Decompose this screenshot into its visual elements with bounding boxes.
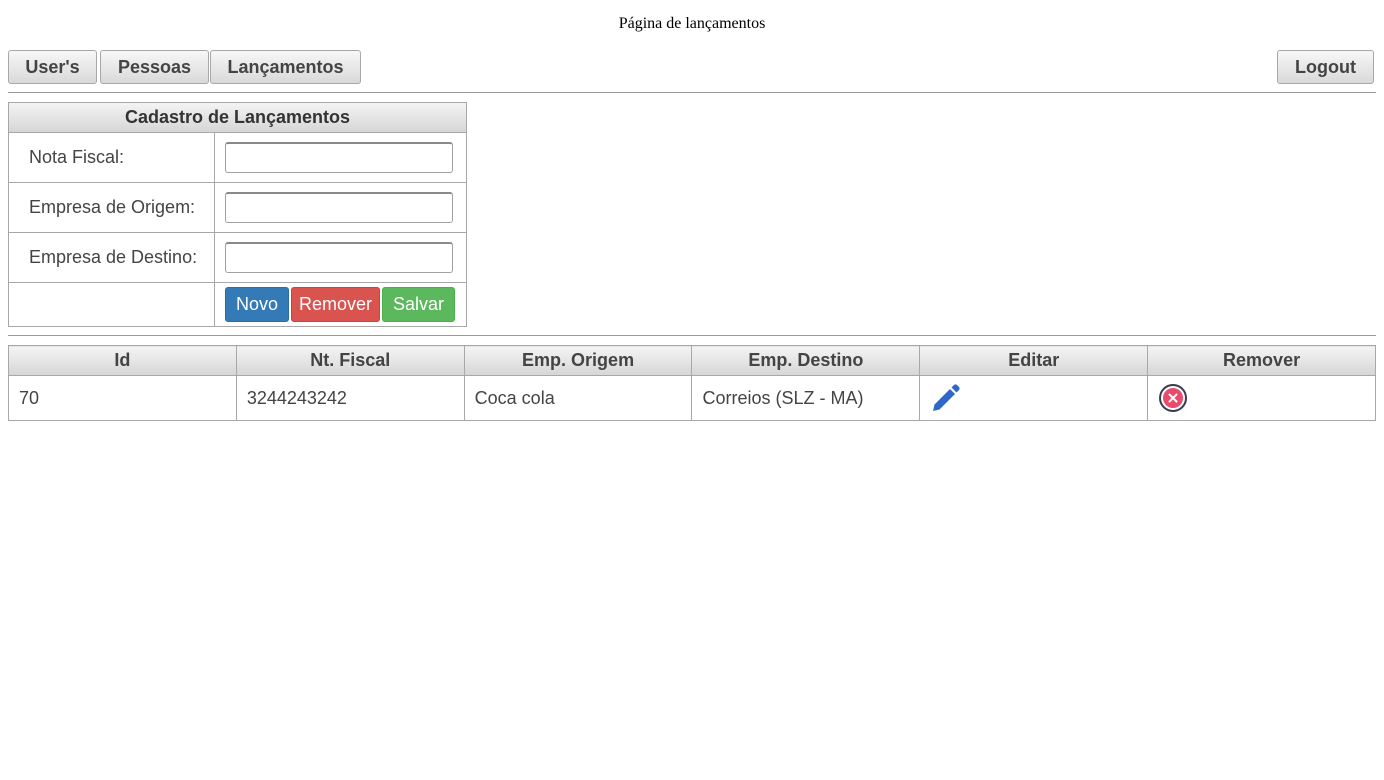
empresa-origem-label: Empresa de Origem: xyxy=(9,183,215,232)
column-header-emp-origem[interactable]: Emp. Origem xyxy=(463,345,693,376)
table-header-row: Id Nt. Fiscal Emp. Origem Emp. Destino E… xyxy=(8,345,1376,376)
form-row-empresa-origem: Empresa de Origem: xyxy=(9,183,466,233)
cell-emp-origem: Coca cola xyxy=(463,375,693,421)
nota-fiscal-input[interactable] xyxy=(225,142,453,173)
column-header-emp-destino[interactable]: Emp. Destino xyxy=(691,345,921,376)
column-header-remover: Remover xyxy=(1147,345,1376,376)
empresa-destino-label: Empresa de Destino: xyxy=(9,233,215,282)
cadastro-panel: Cadastro de Lançamentos Nota Fiscal: Emp… xyxy=(8,102,467,327)
column-header-id[interactable]: Id xyxy=(8,345,237,376)
form-row-nota-fiscal: Nota Fiscal: xyxy=(9,133,466,183)
logout-button[interactable]: Logout xyxy=(1277,50,1374,84)
cell-emp-destino: Correios (SLZ - MA) xyxy=(691,375,921,421)
novo-button[interactable]: Novo xyxy=(225,287,289,322)
menubar: User's Pessoas Lançamentos Logout xyxy=(8,50,1376,84)
pencil-icon[interactable] xyxy=(930,382,1137,414)
cell-id: 70 xyxy=(8,375,237,421)
table-row: 70 3244243242 Coca cola Correios (SLZ - … xyxy=(8,375,1376,421)
remove-circle-icon[interactable] xyxy=(1158,383,1365,413)
page-title: Página de lançamentos xyxy=(618,15,766,32)
divider-top xyxy=(8,92,1376,93)
form-row-actions: Novo Remover Salvar xyxy=(9,283,466,326)
nota-fiscal-label: Nota Fiscal: xyxy=(9,133,215,182)
empresa-destino-input[interactable] xyxy=(225,242,453,273)
menu-users-button[interactable]: User's xyxy=(8,50,97,84)
cell-remover xyxy=(1147,375,1376,421)
column-header-editar: Editar xyxy=(919,345,1149,376)
divider-middle xyxy=(8,335,1376,336)
salvar-button[interactable]: Salvar xyxy=(382,287,455,322)
cell-nota-fiscal: 3244243242 xyxy=(235,375,465,421)
menu-pessoas-button[interactable]: Pessoas xyxy=(100,50,209,84)
form-row-empresa-destino: Empresa de Destino: xyxy=(9,233,466,283)
lancamentos-table: Id Nt. Fiscal Emp. Origem Emp. Destino E… xyxy=(8,345,1376,421)
panel-title: Cadastro de Lançamentos xyxy=(9,103,466,133)
column-header-nota-fiscal[interactable]: Nt. Fiscal xyxy=(235,345,465,376)
menu-lancamentos-button[interactable]: Lançamentos xyxy=(210,50,361,84)
remover-button[interactable]: Remover xyxy=(291,287,380,322)
cell-editar xyxy=(919,375,1149,421)
actions-empty-cell xyxy=(9,283,215,326)
empresa-origem-input[interactable] xyxy=(225,192,453,223)
